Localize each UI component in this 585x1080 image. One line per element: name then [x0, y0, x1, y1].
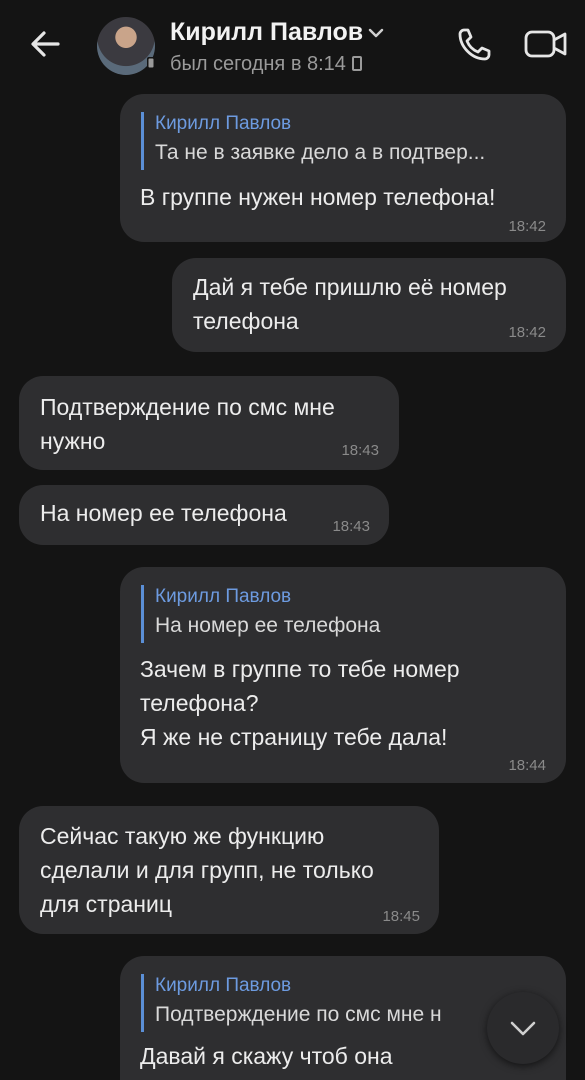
video-camera-icon[interactable] — [523, 26, 571, 62]
reply-author: Кирилл Павлов — [155, 113, 292, 134]
message-text: Подтверждение по смс мне — [40, 394, 335, 420]
message-text: сделали и для групп, не только — [40, 857, 374, 883]
reply-quote[interactable]: Кирилл Павлов Та не в заявке дело а в по… — [141, 112, 541, 170]
reply-quote[interactable]: Кирилл Павлов На номер ее телефона — [141, 585, 541, 643]
mobile-online-icon — [147, 57, 155, 69]
message-text: В группе нужен номер телефона! — [140, 184, 496, 210]
message-text: Зачем в группе то тебе номер — [140, 656, 460, 682]
message-time: 18:45 — [382, 908, 420, 925]
reply-text: На номер ее телефона — [155, 614, 381, 637]
message-time: 18:42 — [508, 218, 546, 235]
chevron-down-icon — [510, 1021, 536, 1036]
message-text: Я же не страницу тебе дала! — [140, 724, 448, 750]
message-incoming[interactable]: Сейчас такую же функцию сделали и для гр… — [19, 806, 439, 934]
message-text: Давай я скажу чтоб она — [140, 1043, 393, 1069]
scroll-to-bottom-button[interactable] — [487, 992, 559, 1064]
message-incoming[interactable]: На номер ее телефона 18:43 — [19, 485, 389, 545]
message-text: нужно — [40, 428, 106, 454]
message-text: На номер ее телефона — [40, 500, 287, 526]
message-time: 18:42 — [508, 324, 546, 341]
message-text: Дай я тебе пришлю её номер — [193, 274, 507, 300]
contact-name[interactable]: Кирилл Павлов — [170, 18, 363, 47]
message-outgoing[interactable]: Дай я тебе пришлю её номер телефона 18:4… — [172, 258, 566, 352]
message-text: телефона — [193, 308, 299, 334]
message-time: 18:43 — [341, 442, 379, 459]
chevron-down-icon[interactable] — [367, 24, 385, 42]
avatar[interactable] — [97, 17, 155, 75]
message-incoming[interactable]: Подтверждение по смс мне нужно 18:43 — [19, 376, 399, 470]
message-text: телефона? — [140, 690, 259, 716]
reply-text: Подтверждение по смс мне н — [155, 1003, 442, 1026]
message-text: Сейчас такую же функцию — [40, 823, 325, 849]
reply-author: Кирилл Павлов — [155, 975, 292, 996]
reply-text: Та не в заявке дело а в подтвер... — [155, 141, 486, 164]
message-time: 18:44 — [508, 757, 546, 774]
message-list[interactable]: Кирилл Павлов Та не в заявке дело а в по… — [0, 90, 585, 1080]
last-seen-text: был сегодня в 8:14 — [170, 53, 346, 75]
last-seen-status: был сегодня в 8:14 — [170, 53, 362, 76]
chat-header: Кирилл Павлов был сегодня в 8:14 — [0, 0, 585, 90]
mobile-device-icon — [351, 56, 362, 71]
back-arrow-icon[interactable] — [26, 24, 66, 64]
reply-author: Кирилл Павлов — [155, 586, 292, 607]
message-time: 18:43 — [332, 518, 370, 535]
message-outgoing[interactable]: Кирилл Павлов На номер ее телефона Зачем… — [120, 567, 566, 783]
message-outgoing[interactable]: Кирилл Павлов Та не в заявке дело а в по… — [120, 94, 566, 242]
message-text: для страниц — [40, 891, 173, 917]
phone-icon[interactable] — [455, 24, 495, 64]
reply-quote[interactable]: Кирилл Павлов Подтверждение по смс мне н — [141, 974, 481, 1032]
